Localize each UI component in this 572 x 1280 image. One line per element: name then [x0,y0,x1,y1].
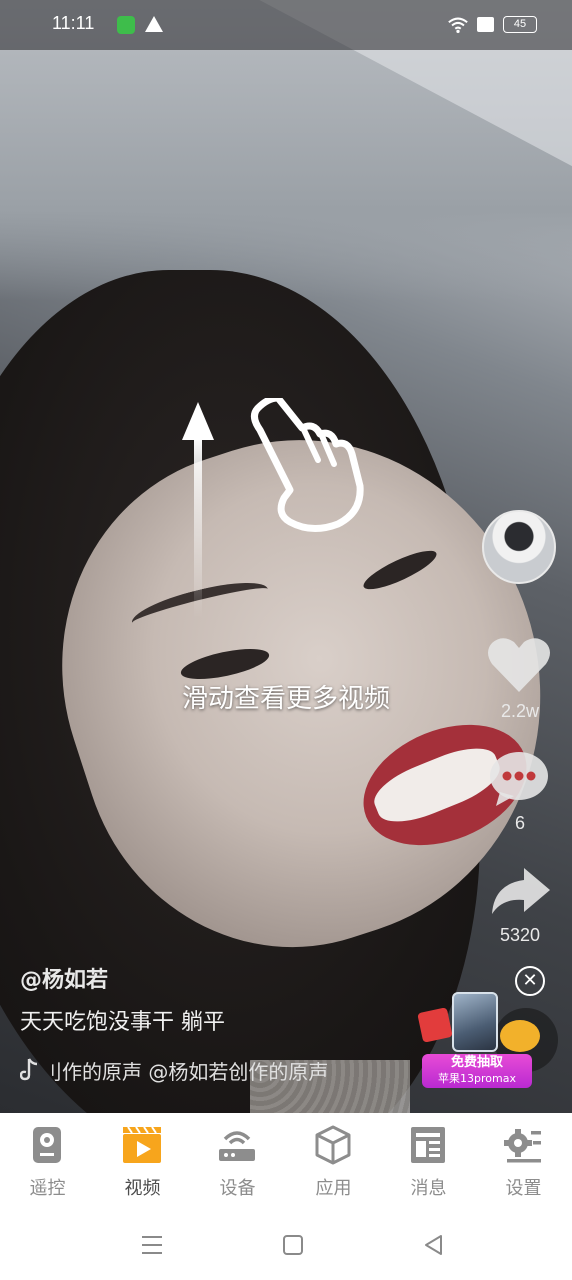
wifi-icon [448,17,468,34]
swipe-hand-icon [251,398,364,532]
share-icon[interactable] [486,866,552,918]
tab-remote[interactable]: 遥控 [0,1113,95,1210]
home-icon[interactable] [280,1232,306,1258]
tab-devices[interactable]: 设备 [190,1113,285,1210]
tab-messages[interactable]: 消息 [381,1113,476,1210]
ad-close-button[interactable]: ✕ [515,966,545,996]
comment-icon[interactable] [486,750,552,808]
like-heart-icon[interactable] [486,636,552,694]
settings-icon [504,1129,541,1163]
like-count: 2.2w [500,701,540,721]
tab-label: 设备 [219,1178,256,1199]
video-description: 天天吃饱没事干 躺平 [20,1010,225,1035]
ad-phone-image [452,992,498,1052]
author-avatar[interactable] [482,510,556,584]
ad-subtitle: 苹果13promax [438,1072,516,1085]
app-notification-icon [117,16,135,34]
tab-label: 应用 [315,1178,352,1199]
bottom-tab-bar: 遥控 视频 设备 应用 消息 设置 [0,1113,572,1210]
share-count: 5320 [499,925,541,945]
tab-apps[interactable]: 应用 [286,1113,381,1210]
ad-title: 免费抽取 [450,1055,503,1070]
tab-label: 消息 [410,1178,447,1199]
tab-label: 遥控 [29,1178,66,1199]
remote-icon [33,1127,61,1163]
comment-count: 6 [514,813,525,833]
ad-gift-icon [417,1007,453,1043]
video-icon [123,1126,161,1163]
status-time: 11:11 [52,13,95,33]
router-icon [219,1131,255,1161]
menu-icon[interactable] [139,1232,165,1258]
ad-banner[interactable]: 免费抽取 苹果13promax [422,1054,532,1088]
tab-label: 设置 [505,1178,542,1199]
cube-icon [315,1125,351,1165]
battery-icon: 45 [503,16,537,33]
back-icon[interactable] [421,1232,447,1258]
music-note-icon [20,1058,38,1081]
video-author[interactable]: @杨如若 [20,962,108,994]
no-sim-icon [477,17,494,32]
system-nav-bar [0,1210,572,1280]
tab-video[interactable]: 视频 [95,1113,190,1210]
status-bar: 11:11 45 [0,0,572,50]
tab-settings[interactable]: 设置 [476,1113,571,1210]
message-icon [411,1127,445,1163]
swipe-up-arrow-icon [182,402,214,618]
tab-label: 视频 [124,1178,161,1199]
music-ticker[interactable]: 刂作的原声 @杨如若创作的原声 [42,1056,372,1085]
ad-coin-icon [500,1020,540,1052]
warning-icon [145,16,163,32]
